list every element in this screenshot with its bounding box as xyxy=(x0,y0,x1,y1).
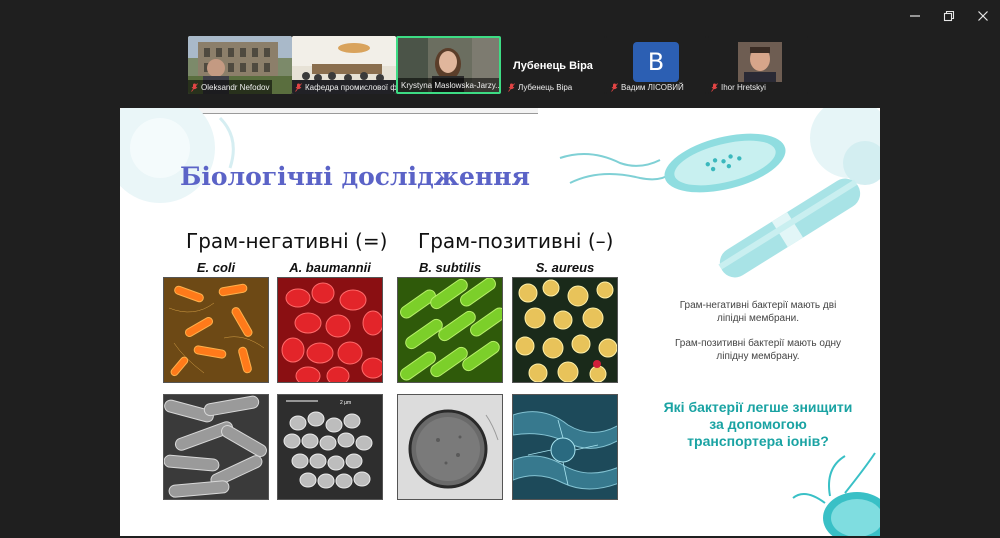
participant-large-name: Лубенець Віра xyxy=(513,60,593,72)
participant-name-bar: Oleksandr Nefodov xyxy=(188,80,273,94)
participant-tile[interactable]: В Вадим ЛІСОВИЙ xyxy=(606,36,706,94)
mic-muted-icon xyxy=(711,82,718,92)
species-label: A. baumannii xyxy=(289,260,371,275)
ecoli-sem-image xyxy=(163,394,269,500)
gram-negative-heading: Грам-негативні (=) xyxy=(186,229,388,253)
saureus-sem-image xyxy=(512,394,618,500)
saureus-color-image xyxy=(512,277,618,383)
participant-name-bar: Кафедра промислової фа... xyxy=(292,80,396,94)
restore-icon[interactable] xyxy=(932,6,966,26)
participant-name: Вадим ЛІСОВИЙ xyxy=(621,82,684,92)
abaumannii-sem-image: 2 μm xyxy=(277,394,383,500)
participant-name: Лубенець Віра xyxy=(518,82,573,92)
participant-tile[interactable]: Лубенець Віра Лубенець Віра xyxy=(505,36,605,94)
abaumannii-color-image xyxy=(277,277,383,383)
bsubtilis-color-image xyxy=(397,277,503,383)
bsubtilis-tem-image xyxy=(397,394,503,500)
participant-name: Кафедра промислової фа... xyxy=(305,82,396,92)
avatar: В xyxy=(633,42,679,82)
participant-name: Ihor Hretskyi xyxy=(721,82,766,92)
participant-name-bar: Вадим ЛІСОВИЙ xyxy=(608,80,687,94)
slide-title: Біологічні дослідження xyxy=(180,162,531,191)
mic-muted-icon xyxy=(295,82,302,92)
species-label: E. coli xyxy=(196,260,236,275)
participant-strip: Oleksandr Nefodov Кафедра промислової фа… xyxy=(0,36,1000,98)
participant-name-bar: Лубенець Віра xyxy=(505,80,575,94)
participant-tile[interactable]: Кафедра промислової фа... xyxy=(292,36,396,94)
bacteria-corner-icon xyxy=(792,452,880,536)
avatar xyxy=(738,42,782,82)
gram-positive-heading: Грам-позитивні (–) xyxy=(418,229,614,253)
window-controls xyxy=(898,6,1000,26)
participant-tile[interactable]: Oleksandr Nefodov xyxy=(188,36,292,94)
mic-muted-icon xyxy=(191,82,198,92)
participant-name-bar: Ihor Hretskyi xyxy=(708,80,769,94)
scale-bar-label: 2 μm xyxy=(340,400,351,406)
minimize-icon[interactable] xyxy=(898,6,932,26)
shared-slide: Біологічні дослідження Грам-негативні (=… xyxy=(120,108,880,536)
slide-question: Які бактерії легше знищити за допомогою … xyxy=(663,399,853,449)
meeting-window: Oleksandr Nefodov Кафедра промислової фа… xyxy=(0,0,1000,538)
participant-name: Krystyna Maslowska-Jarzy... xyxy=(401,80,499,90)
mic-muted-icon xyxy=(611,82,618,92)
participant-tile[interactable]: Ihor Hretskyi xyxy=(708,36,808,94)
species-label: B. subtilis xyxy=(418,260,482,275)
participant-name: Oleksandr Nefodov xyxy=(201,82,270,92)
info-gram-negative: Грам-негативні бактерії мають дві ліпідн… xyxy=(679,300,837,324)
participant-tile-active-speaker[interactable]: Krystyna Maslowska-Jarzy... xyxy=(396,36,501,94)
ecoli-color-image xyxy=(163,277,269,383)
participant-name-bar: Krystyna Maslowska-Jarzy... xyxy=(398,78,499,92)
species-label: S. aureus xyxy=(535,260,595,275)
mic-muted-icon xyxy=(508,82,515,92)
close-icon[interactable] xyxy=(966,6,1000,26)
info-gram-positive: Грам-позитивні бактерії мають одну ліпід… xyxy=(674,338,842,362)
